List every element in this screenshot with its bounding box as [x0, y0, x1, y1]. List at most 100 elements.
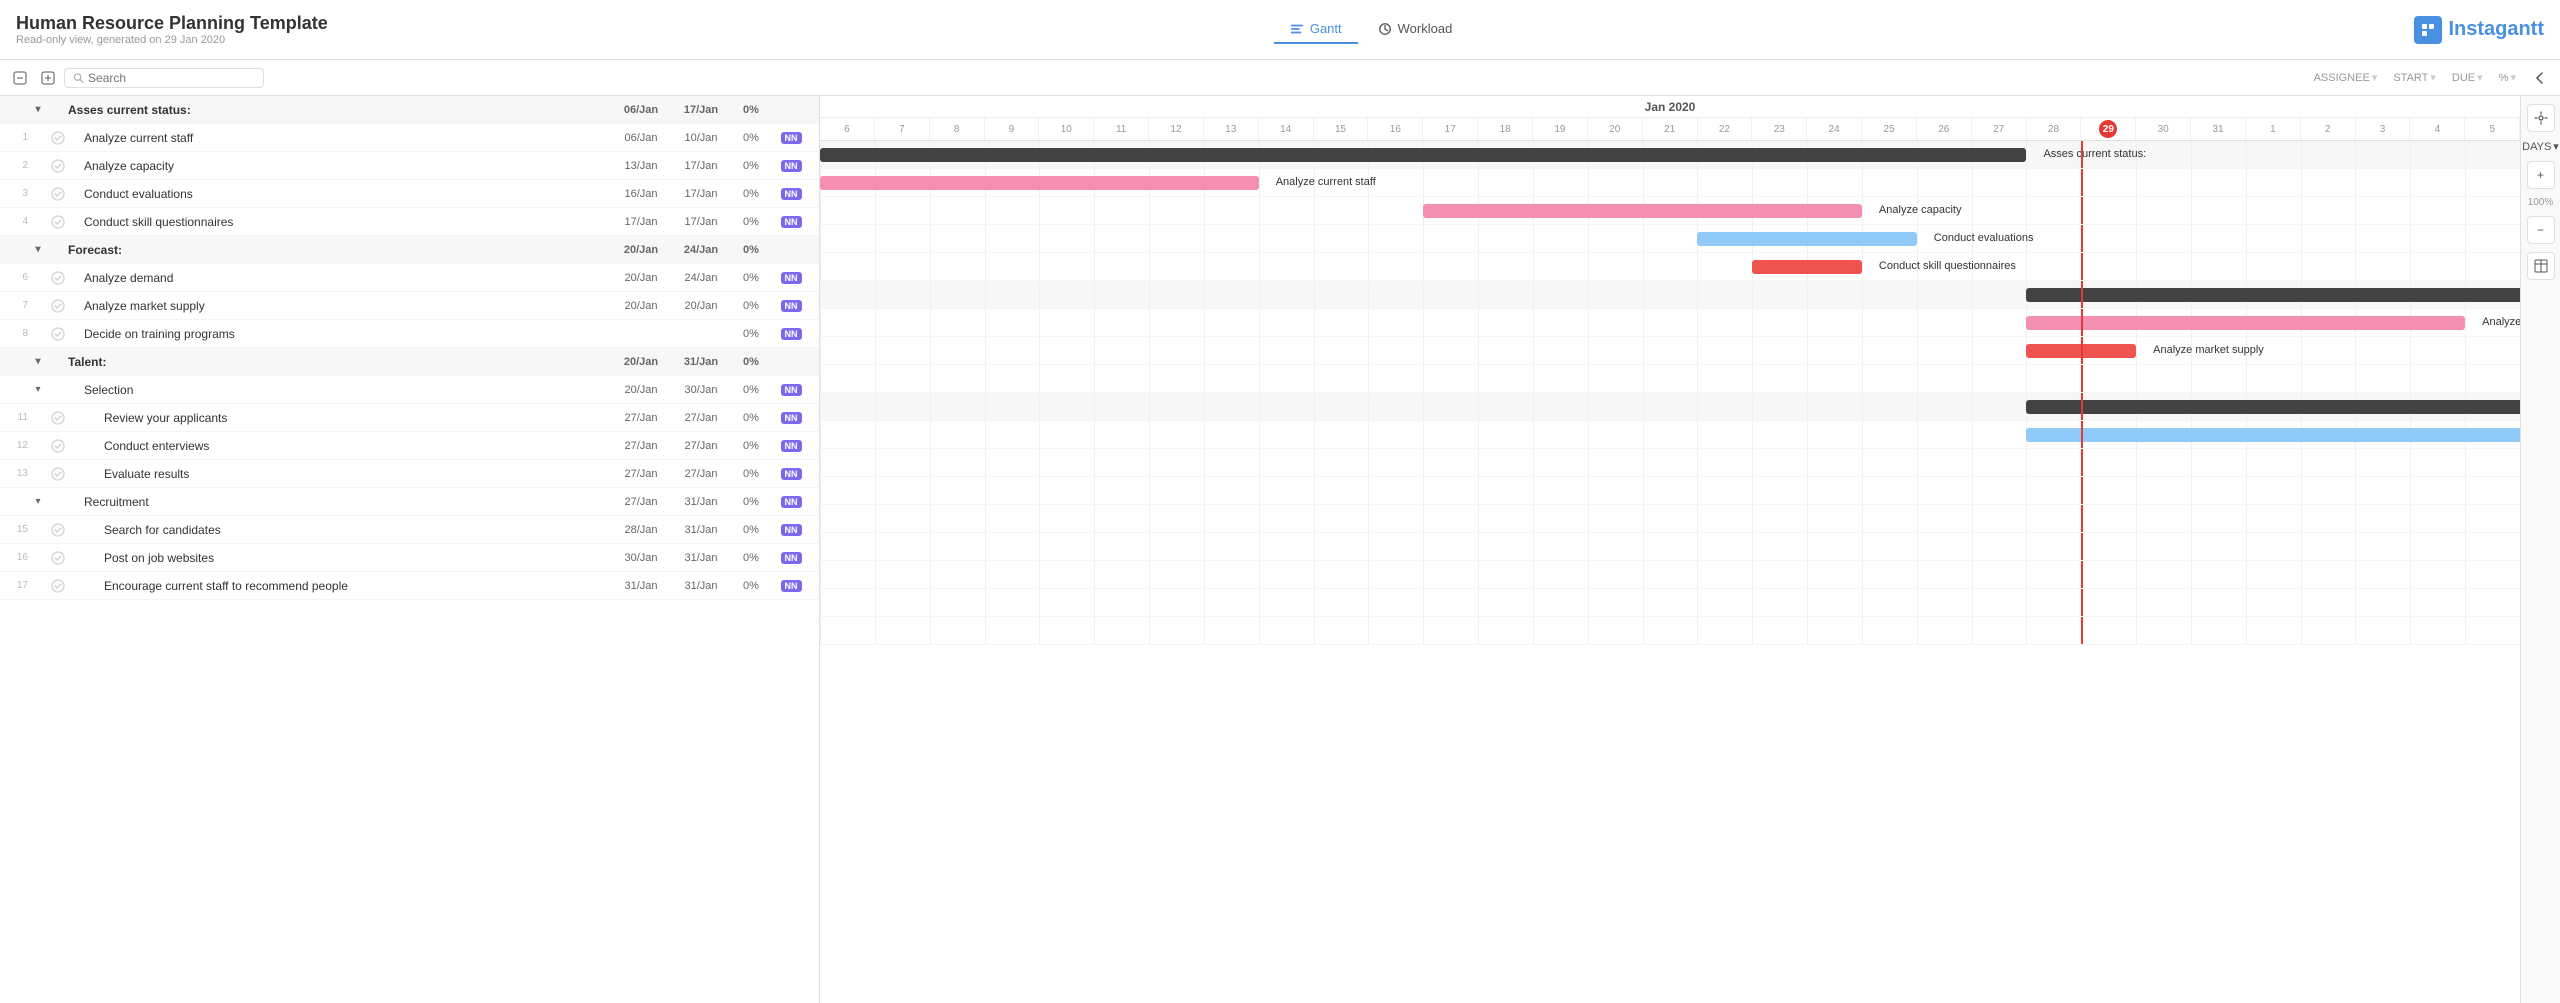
gantt-nav-button[interactable]: Gantt [1274, 15, 1358, 44]
main-content: ▾Asses current status:06/Jan17/Jan0%1Ana… [0, 96, 2560, 1003]
days-select[interactable]: DAYS ▾ [2522, 140, 2559, 153]
gantt-bar[interactable] [1697, 232, 1916, 246]
task-start: 20/Jan [611, 300, 671, 312]
check-circle[interactable] [48, 187, 68, 201]
gantt-bar-label: Conduct evaluations [1934, 232, 2034, 244]
check-circle[interactable] [48, 467, 68, 481]
task-pct: 0% [731, 468, 771, 480]
row-num: 2 [8, 160, 28, 171]
gantt-row: Search for candidates [820, 561, 2520, 589]
gantt-label: Gantt [1310, 21, 1342, 36]
settings-button[interactable] [2527, 104, 2555, 132]
task-row: 1Analyze current staff06/Jan10/Jan0%NN [0, 124, 819, 152]
check-circle[interactable] [48, 327, 68, 341]
gantt-bar[interactable] [2026, 316, 2465, 330]
task-row: 12Conduct enterviews27/Jan27/Jan0%NN [0, 432, 819, 460]
task-name: Decide on training programs [68, 327, 611, 341]
zoom-in-button[interactable]: + [2527, 161, 2555, 189]
check-circle[interactable] [48, 411, 68, 425]
gantt-row: Conduct evaluations [820, 225, 2520, 253]
assignee-badge: NN [771, 216, 811, 228]
task-start: 13/Jan [611, 160, 671, 172]
gantt-bar[interactable] [820, 176, 1259, 190]
check-circle[interactable] [48, 551, 68, 565]
zoom-out-button[interactable]: − [2527, 216, 2555, 244]
due-col-header: DUE ▾ [2444, 71, 2491, 84]
row-num: 12 [8, 440, 28, 451]
task-row: 8Decide on training programs0%NN [0, 320, 819, 348]
gantt-row: Selection [820, 421, 2520, 449]
gantt-bar[interactable] [820, 148, 2026, 162]
task-row: ▾Recruitment27/Jan31/Jan0%NN [0, 488, 819, 516]
assignee-badge: NN [771, 132, 811, 144]
check-circle[interactable] [48, 523, 68, 537]
gantt-bar[interactable] [2026, 288, 2520, 302]
check-circle[interactable] [48, 579, 68, 593]
gantt-row: Recruitment [820, 533, 2520, 561]
gantt-bar[interactable] [2026, 428, 2520, 442]
gantt-row: Post on job websites [820, 589, 2520, 617]
gantt-day: 13 [1204, 118, 1259, 140]
check-circle[interactable] [48, 215, 68, 229]
check-circle[interactable] [48, 271, 68, 285]
task-pct: 0% [731, 384, 771, 396]
gantt-row: Analyze market supply [820, 337, 2520, 365]
check-circle[interactable] [48, 439, 68, 453]
expand-icon[interactable]: ▾ [28, 356, 48, 367]
workload-label: Workload [1398, 21, 1453, 36]
gantt-bar[interactable] [1752, 260, 1862, 274]
gantt-day: 25 [1862, 118, 1917, 140]
check-circle[interactable] [48, 131, 68, 145]
back-button[interactable] [2528, 66, 2552, 90]
gantt-row: Conduct skill questionnaires [820, 253, 2520, 281]
task-due: 17/Jan [671, 160, 731, 172]
task-pct: 0% [731, 300, 771, 312]
search-box[interactable] [64, 68, 264, 88]
task-row: 13Evaluate results27/Jan27/Jan0%NN [0, 460, 819, 488]
task-name: Encourage current staff to recommend peo… [68, 579, 611, 593]
task-start: 30/Jan [611, 552, 671, 564]
task-due: 27/Jan [671, 412, 731, 424]
expand-icon[interactable]: ▾ [28, 384, 48, 395]
expand-all-icon [13, 71, 27, 85]
task-due: 30/Jan [671, 384, 731, 396]
start-col-header: START ▾ [2385, 71, 2444, 84]
task-name: Evaluate results [68, 467, 611, 481]
row-num: 17 [8, 580, 28, 591]
gantt-day: 17 [1423, 118, 1478, 140]
task-due: 31/Jan [671, 552, 731, 564]
task-pct: 0% [731, 160, 771, 172]
gantt-row: Forecast: [820, 281, 2520, 309]
gantt-bar-label: Analyze capacity [1879, 204, 1962, 216]
expand-all-button[interactable] [8, 66, 32, 90]
gantt-bar[interactable] [1423, 204, 1862, 218]
task-name: Conduct enterviews [68, 439, 611, 453]
gantt-day: 23 [1752, 118, 1807, 140]
row-num: 15 [8, 524, 28, 535]
gantt-day: 2 [2301, 118, 2356, 140]
expand-icon[interactable]: ▾ [28, 496, 48, 507]
collapse-all-button[interactable] [36, 66, 60, 90]
app-title: Human Resource Planning Template [16, 13, 328, 34]
workload-nav-button[interactable]: Workload [1362, 15, 1469, 44]
check-circle[interactable] [48, 299, 68, 313]
table-view-button[interactable] [2527, 252, 2555, 280]
expand-icon[interactable]: ▾ [28, 104, 48, 115]
header-right: Instagantt [2414, 16, 2544, 44]
expand-icon[interactable]: ▾ [28, 244, 48, 255]
assignee-badge: NN [771, 496, 811, 508]
pct-col-header: % ▾ [2491, 71, 2524, 84]
task-due: 24/Jan [671, 244, 731, 256]
task-due: 17/Jan [671, 216, 731, 228]
gantt-bar[interactable] [2026, 400, 2520, 414]
gantt-day: 1 [2246, 118, 2301, 140]
task-start: 16/Jan [611, 188, 671, 200]
assignee-badge: NN [771, 272, 811, 284]
logo-icon [2414, 16, 2442, 44]
task-due: 31/Jan [671, 496, 731, 508]
check-circle[interactable] [48, 159, 68, 173]
task-pct: 0% [731, 580, 771, 592]
task-pct: 0% [731, 272, 771, 284]
task-start: 20/Jan [611, 356, 671, 368]
search-input[interactable] [88, 71, 255, 85]
